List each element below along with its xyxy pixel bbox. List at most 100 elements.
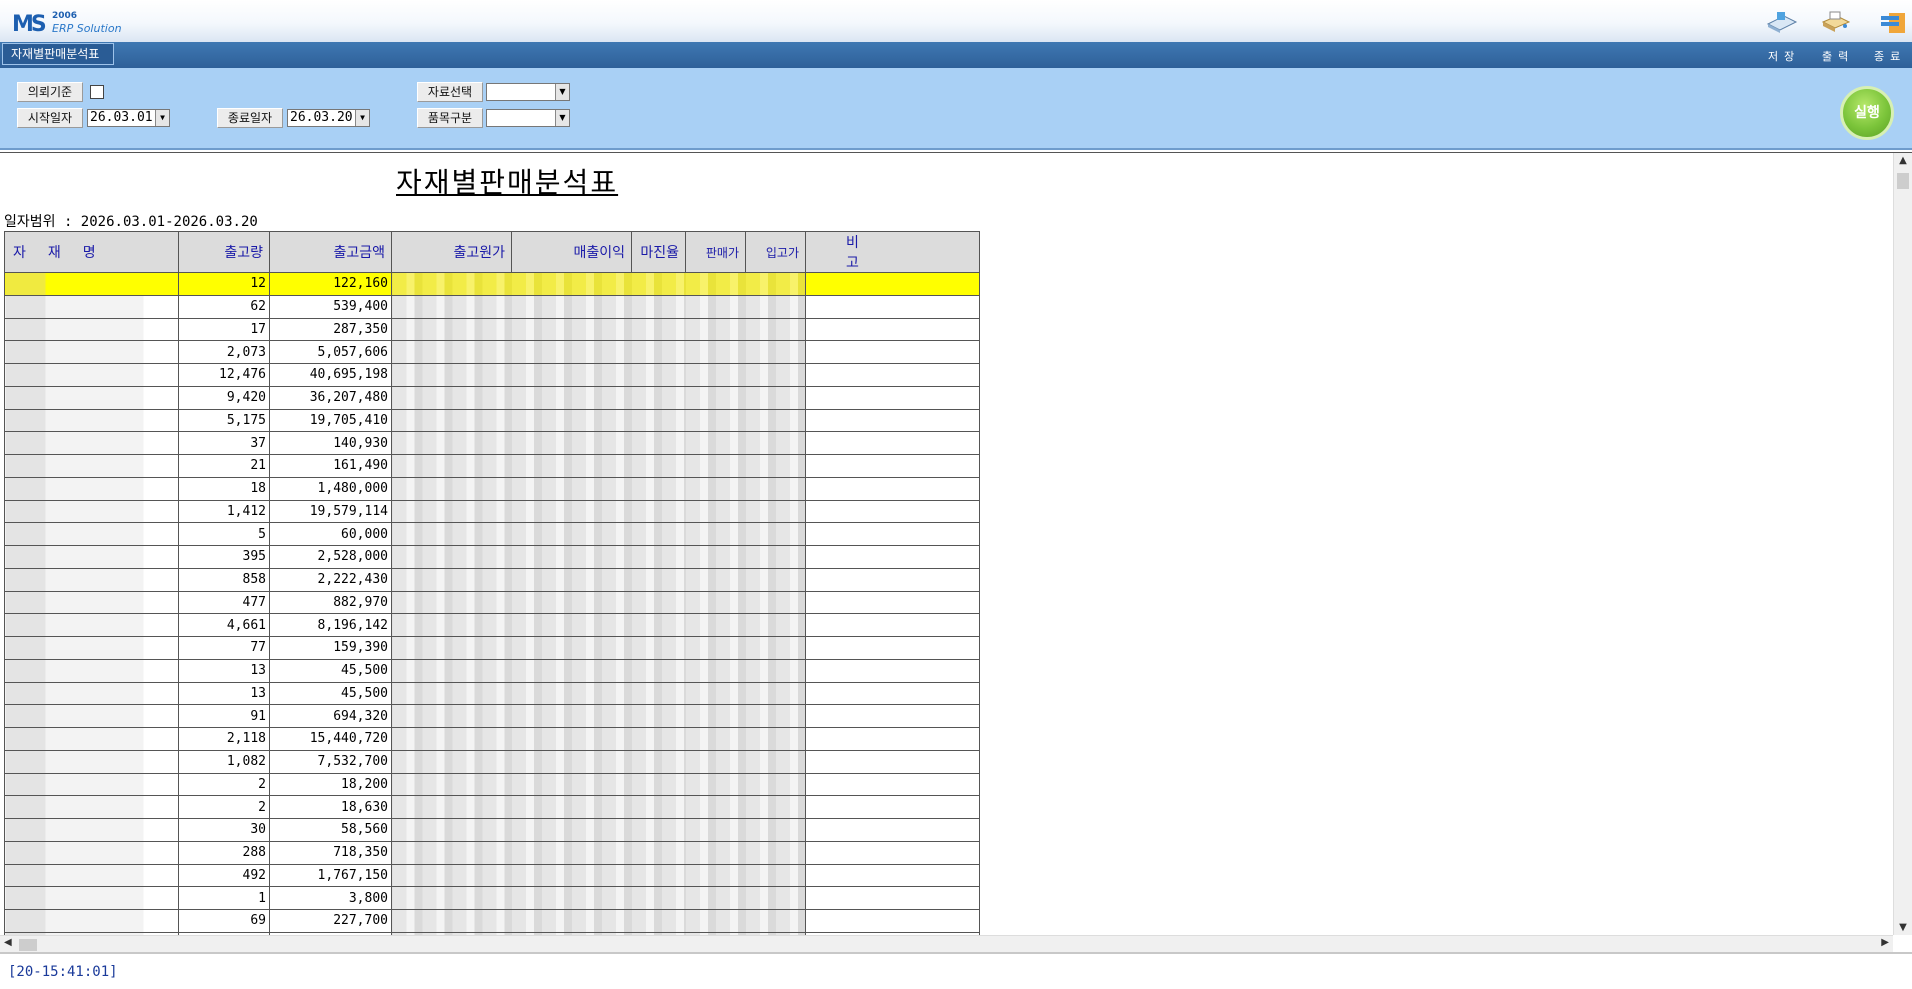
cell-material-name	[4, 909, 179, 933]
cell-material-name	[4, 795, 179, 819]
request-basis-checkbox[interactable]	[90, 85, 104, 99]
cell-sale-price	[685, 499, 746, 524]
table-row[interactable]: 69 227,700	[4, 909, 980, 933]
table-row[interactable]: 1 3,800	[4, 886, 980, 910]
cell-purchase-price	[745, 863, 806, 888]
cell-margin	[631, 727, 686, 751]
cell-material-name	[4, 658, 179, 683]
start-date-dropdown-icon[interactable]: ▼	[155, 110, 169, 126]
table-row[interactable]: 2,118 15,440,720	[4, 727, 980, 751]
scroll-right-icon[interactable]: ▶	[1881, 937, 1889, 948]
item-type-dropdown[interactable]: ▼	[486, 109, 570, 127]
cell-purchase-price	[745, 681, 806, 706]
print-label[interactable]: 출력	[1822, 48, 1854, 64]
item-type-chevron-icon[interactable]: ▼	[555, 110, 569, 126]
cell-cost	[391, 749, 512, 774]
cell-material-name	[4, 431, 179, 455]
run-button[interactable]: 실행	[1840, 86, 1894, 140]
vertical-scrollbar[interactable]: ▲ ▼	[1893, 153, 1912, 935]
table-row[interactable]: 62 539,400	[4, 294, 980, 319]
table-row[interactable]: 91 694,320	[4, 704, 980, 728]
status-text: [20-15:41:01]	[8, 964, 118, 980]
table-row[interactable]: 1,082 7,532,700	[4, 749, 980, 774]
cell-purchase-price	[745, 408, 806, 433]
table-row[interactable]: 1,412 19,579,114	[4, 499, 980, 524]
cell-profit	[511, 818, 632, 842]
vertical-scroll-thumb[interactable]	[1897, 173, 1909, 189]
cell-material-name	[4, 636, 179, 660]
cell-material-name	[4, 408, 179, 433]
cell-cost	[391, 909, 512, 933]
cell-cost	[391, 840, 512, 865]
cell-shipped-amount: 1,767,150	[269, 863, 392, 888]
cell-shipped-amount: 18,200	[269, 772, 392, 797]
horizontal-scroll-thumb[interactable]	[19, 939, 37, 951]
table-row[interactable]: 5,175 19,705,410	[4, 408, 980, 433]
cell-purchase-price	[745, 749, 806, 774]
cell-sale-price	[685, 340, 746, 364]
end-date-field[interactable]: 26.03.20 ▼	[287, 109, 370, 127]
exit-label[interactable]: 종료	[1874, 48, 1906, 64]
cell-shipped-qty: 69	[178, 909, 270, 933]
cell-shipped-amount: 40,695,198	[269, 363, 392, 387]
table-row[interactable]: 2 18,630	[4, 795, 980, 819]
table-row[interactable]: 18 1,480,000	[4, 476, 980, 501]
cell-shipped-amount: 2,222,430	[269, 567, 392, 592]
table-row[interactable]: 37 140,930	[4, 431, 980, 455]
table-row[interactable]: 13 45,500	[4, 658, 980, 683]
table-row[interactable]: 77 159,390	[4, 636, 980, 660]
cell-margin	[631, 272, 686, 296]
table-row[interactable]: 477 882,970	[4, 590, 980, 615]
table-row[interactable]: 492 1,767,150	[4, 863, 980, 888]
end-date-dropdown-icon[interactable]: ▼	[355, 110, 369, 126]
status-bar: [20-15:41:01]	[0, 952, 1912, 989]
tab-sales-analysis[interactable]: 자재별판매분석표	[2, 43, 115, 65]
table-row[interactable]: 12,476 40,695,198	[4, 363, 980, 387]
cell-profit	[511, 636, 632, 660]
request-basis-label: 의뢰기준	[17, 82, 83, 102]
cell-sale-price	[685, 567, 746, 592]
table-row[interactable]: 30 58,560	[4, 818, 980, 842]
table-row[interactable]: 12 122,160	[4, 272, 980, 296]
cell-profit	[511, 340, 632, 364]
save-label[interactable]: 저장	[1768, 48, 1800, 64]
data-select-dropdown[interactable]: ▼	[486, 83, 570, 101]
cell-cost	[391, 408, 512, 433]
cell-cost	[391, 317, 512, 342]
table-row[interactable]: 858 2,222,430	[4, 567, 980, 592]
cell-sale-price	[685, 454, 746, 478]
cell-sale-price	[685, 613, 746, 637]
table-row[interactable]: 2,073 5,057,606	[4, 340, 980, 364]
table-row[interactable]: 21 161,490	[4, 454, 980, 478]
cell-profit	[511, 590, 632, 615]
col-header-sale-price: 판매가	[685, 231, 746, 273]
table-row[interactable]: 9,420 36,207,480	[4, 385, 980, 410]
cell-note	[805, 408, 980, 433]
cell-material-name	[4, 681, 179, 706]
scroll-down-icon[interactable]: ▼	[1894, 922, 1912, 933]
horizontal-scrollbar[interactable]: ◀ ▶	[0, 935, 1893, 953]
start-date-field[interactable]: 26.03.01 ▼	[87, 109, 170, 127]
cell-shipped-qty: 62	[178, 294, 270, 319]
table-row[interactable]: 2 18,200	[4, 772, 980, 797]
table-row[interactable]: 288 718,350	[4, 840, 980, 865]
cell-shipped-qty: 288	[178, 840, 270, 865]
cell-material-name	[4, 818, 179, 842]
cell-sale-price	[685, 363, 746, 387]
cell-profit	[511, 567, 632, 592]
data-select-chevron-icon[interactable]: ▼	[555, 84, 569, 100]
table-row[interactable]: 4,661 8,196,142	[4, 613, 980, 637]
cell-sale-price	[685, 840, 746, 865]
cell-shipped-qty: 5	[178, 522, 270, 546]
cell-shipped-amount: 1,480,000	[269, 476, 392, 501]
cell-sale-price	[685, 795, 746, 819]
cell-note	[805, 636, 980, 660]
cell-note	[805, 704, 980, 728]
cell-shipped-qty: 5,175	[178, 408, 270, 433]
scroll-left-icon[interactable]: ◀	[4, 937, 12, 948]
table-row[interactable]: 395 2,528,000	[4, 545, 980, 569]
table-row[interactable]: 17 287,350	[4, 317, 980, 342]
scroll-up-icon[interactable]: ▲	[1894, 155, 1912, 166]
table-row[interactable]: 13 45,500	[4, 681, 980, 706]
table-row[interactable]: 5 60,000	[4, 522, 980, 546]
